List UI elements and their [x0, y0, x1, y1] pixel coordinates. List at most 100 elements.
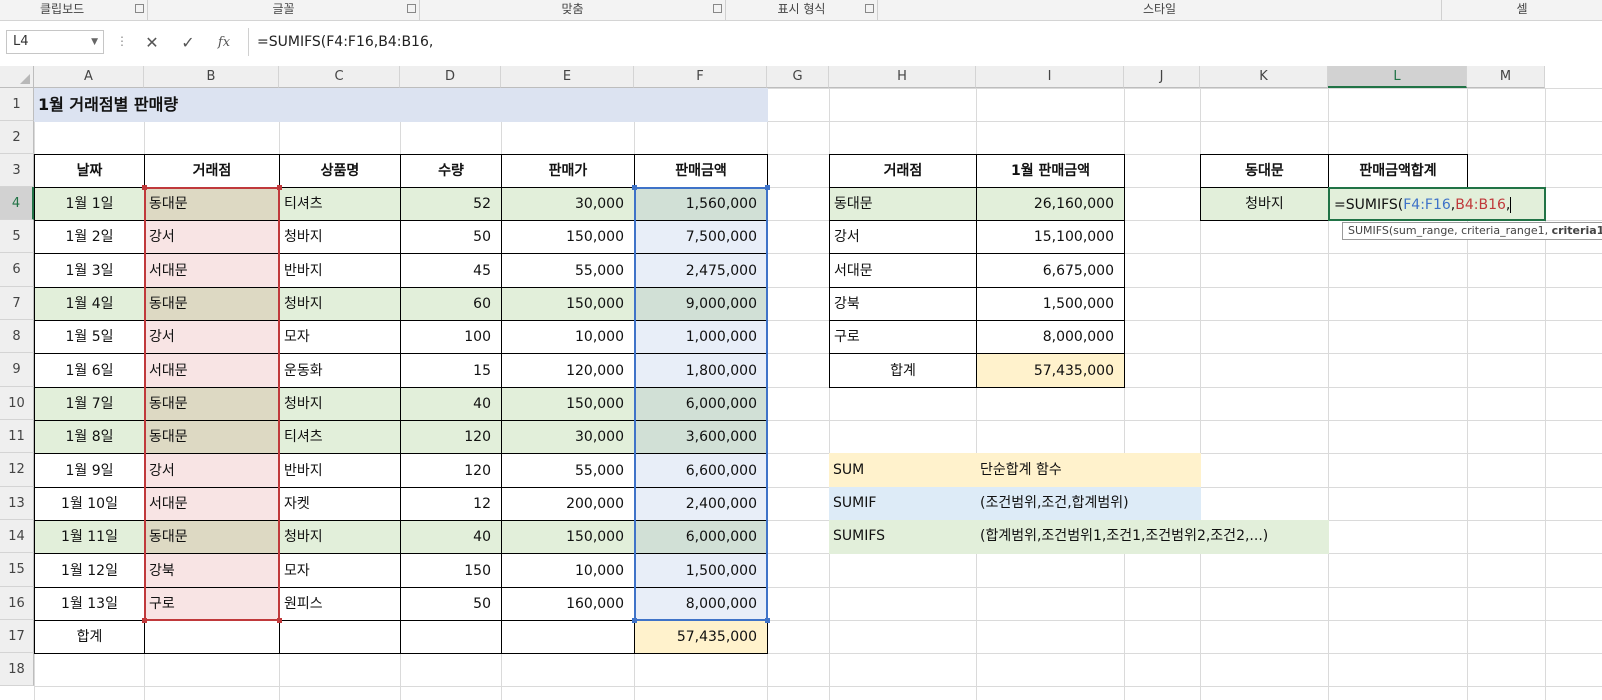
- quantity-cell[interactable]: 120: [400, 420, 502, 454]
- ribbon-group-styles[interactable]: 스타일: [878, 0, 1442, 20]
- amount-cell[interactable]: 3,600,000: [634, 420, 768, 454]
- product-cell[interactable]: 티셔츠: [279, 187, 401, 221]
- row-header-16[interactable]: 16: [0, 587, 34, 620]
- main-total-label[interactable]: 합계: [34, 620, 145, 654]
- row-header-9[interactable]: 9: [0, 353, 34, 387]
- summary-amount-cell[interactable]: 8,000,000: [976, 320, 1125, 354]
- store-cell[interactable]: 동대문: [144, 420, 280, 454]
- price-cell[interactable]: 30,000: [501, 420, 635, 454]
- date-cell[interactable]: 1월 13일: [34, 587, 145, 621]
- quantity-cell[interactable]: 40: [400, 387, 502, 421]
- row-header-17[interactable]: 17: [0, 620, 34, 653]
- criteria-product-cell[interactable]: 청바지: [1200, 187, 1329, 221]
- dialog-launcher-icon[interactable]: ↘: [865, 4, 874, 13]
- row-header-2[interactable]: 2: [0, 121, 34, 154]
- date-cell[interactable]: 1월 12일: [34, 553, 145, 588]
- row-header-4[interactable]: 4: [0, 187, 34, 220]
- date-cell[interactable]: 1월 2일: [34, 220, 145, 254]
- summary-amount-cell[interactable]: 26,160,000: [976, 187, 1125, 221]
- column-header-f[interactable]: F: [634, 66, 767, 88]
- range-resize-handle[interactable]: [142, 185, 147, 190]
- product-cell[interactable]: 반바지: [279, 453, 401, 488]
- date-cell[interactable]: 1월 9일: [34, 453, 145, 488]
- store-cell[interactable]: 강서: [144, 220, 280, 254]
- date-cell[interactable]: 1월 5일: [34, 320, 145, 354]
- note-function-name[interactable]: SUMIFS: [829, 520, 977, 554]
- note-description[interactable]: 단순합계 함수: [976, 453, 1125, 488]
- active-cell-l4[interactable]: =SUMIFS(F4:F16,B4:B16,: [1328, 187, 1546, 221]
- date-cell[interactable]: 1월 11일: [34, 520, 145, 554]
- amount-cell[interactable]: 2,400,000: [634, 487, 768, 521]
- column-header-c[interactable]: C: [279, 66, 400, 88]
- main-table-header[interactable]: 판매금액: [634, 154, 768, 188]
- quantity-cell[interactable]: 52: [400, 187, 502, 221]
- product-cell[interactable]: 티셔츠: [279, 420, 401, 454]
- product-cell[interactable]: 반바지: [279, 253, 401, 288]
- summary-store-cell[interactable]: 동대문: [829, 187, 977, 221]
- date-cell[interactable]: 1월 10일: [34, 487, 145, 521]
- range-resize-handle[interactable]: [142, 618, 147, 623]
- main-total-value[interactable]: 57,435,000: [634, 620, 768, 654]
- column-header-j[interactable]: J: [1124, 66, 1200, 88]
- store-cell[interactable]: 동대문: [144, 187, 280, 221]
- price-cell[interactable]: 150,000: [501, 520, 635, 554]
- range-resize-handle[interactable]: [277, 618, 282, 623]
- criteria-header-amount[interactable]: 판매금액합계: [1328, 154, 1468, 188]
- summary-amount-cell[interactable]: 15,100,000: [976, 220, 1125, 254]
- amount-cell[interactable]: 9,000,000: [634, 287, 768, 321]
- column-header-h[interactable]: H: [829, 66, 976, 88]
- price-cell[interactable]: 150,000: [501, 387, 635, 421]
- product-cell[interactable]: 청바지: [279, 387, 401, 421]
- amount-cell[interactable]: 1,800,000: [634, 353, 768, 388]
- price-cell[interactable]: 55,000: [501, 253, 635, 288]
- row-header-10[interactable]: 10: [0, 387, 34, 420]
- ribbon-group-font[interactable]: 글꼴 ↘: [148, 0, 420, 20]
- main-table-header[interactable]: 거래점: [144, 154, 280, 188]
- date-cell[interactable]: 1월 4일: [34, 287, 145, 321]
- row-header-8[interactable]: 8: [0, 320, 34, 353]
- quantity-cell[interactable]: 100: [400, 320, 502, 354]
- summary-store-cell[interactable]: 강북: [829, 287, 977, 321]
- row-header-6[interactable]: 6: [0, 253, 34, 287]
- ribbon-group-alignment[interactable]: 맞춤 ↘: [420, 0, 726, 20]
- criteria-header-store[interactable]: 동대문: [1200, 154, 1329, 188]
- main-table-header[interactable]: 날짜: [34, 154, 145, 188]
- main-table-header[interactable]: 수량: [400, 154, 502, 188]
- price-cell[interactable]: 55,000: [501, 453, 635, 488]
- summary-total-value[interactable]: 57,435,000: [976, 353, 1125, 388]
- price-cell[interactable]: 10,000: [501, 553, 635, 588]
- amount-cell[interactable]: 6,600,000: [634, 453, 768, 488]
- more-options-icon[interactable]: ⋮: [116, 34, 128, 48]
- date-cell[interactable]: 1월 7일: [34, 387, 145, 421]
- store-cell[interactable]: 서대문: [144, 487, 280, 521]
- summary-table-header[interactable]: 1월 판매금액: [976, 154, 1125, 188]
- product-cell[interactable]: 모자: [279, 320, 401, 354]
- column-header-d[interactable]: D: [400, 66, 501, 88]
- range-resize-handle[interactable]: [632, 618, 637, 623]
- store-cell[interactable]: 구로: [144, 587, 280, 621]
- date-cell[interactable]: 1월 1일: [34, 187, 145, 221]
- product-cell[interactable]: 청바지: [279, 220, 401, 254]
- enter-icon[interactable]: ✓: [176, 32, 200, 54]
- main-table-header[interactable]: 판매가: [501, 154, 635, 188]
- dialog-launcher-icon[interactable]: ↘: [407, 4, 416, 13]
- amount-cell[interactable]: 6,000,000: [634, 387, 768, 421]
- column-header-k[interactable]: K: [1200, 66, 1328, 88]
- ribbon-group-number-format[interactable]: 표시 형식 ↘: [726, 0, 878, 20]
- note-function-name[interactable]: SUM: [829, 453, 977, 488]
- row-header-3[interactable]: 3: [0, 154, 34, 187]
- quantity-cell[interactable]: 50: [400, 587, 502, 621]
- quantity-cell[interactable]: 15: [400, 353, 502, 388]
- store-cell[interactable]: 동대문: [144, 287, 280, 321]
- amount-cell[interactable]: 7,500,000: [634, 220, 768, 254]
- store-cell[interactable]: 동대문: [144, 387, 280, 421]
- date-cell[interactable]: 1월 8일: [34, 420, 145, 454]
- row-header-5[interactable]: 5: [0, 220, 34, 253]
- range-resize-handle[interactable]: [632, 185, 637, 190]
- empty-total-cell[interactable]: [144, 620, 280, 654]
- ribbon-group-cells[interactable]: 셀: [1442, 0, 1602, 20]
- row-header-1[interactable]: 1: [0, 88, 34, 121]
- amount-cell[interactable]: 8,000,000: [634, 587, 768, 621]
- store-cell[interactable]: 강서: [144, 320, 280, 354]
- row-header-13[interactable]: 13: [0, 487, 34, 520]
